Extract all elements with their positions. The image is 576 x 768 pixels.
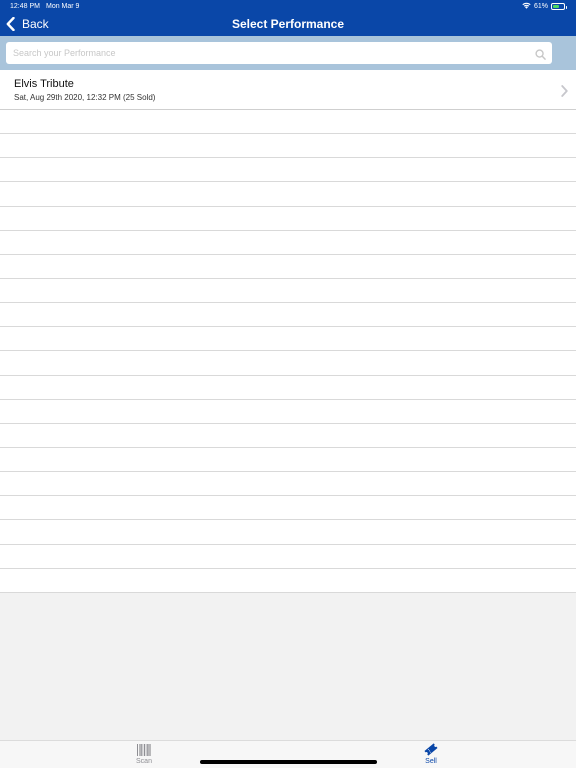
empty-row [0, 327, 576, 352]
empty-row [0, 400, 576, 424]
empty-row [0, 424, 576, 448]
battery-percent: 61% [533, 3, 548, 10]
empty-row [0, 231, 576, 255]
status-bar: 12:48 PM Mon Mar 9 61% [0, 0, 576, 13]
page-title: Select Performance [231, 17, 345, 31]
chevron-right-icon [561, 84, 568, 102]
empty-rows [0, 110, 576, 593]
empty-row [0, 110, 576, 135]
battery-level [553, 5, 560, 8]
performance-row[interactable]: Elvis Tribute Sat, Aug 29th 2020, 12:32 … [0, 70, 576, 110]
performance-list: Elvis Tribute Sat, Aug 29th 2020, 12:32 … [0, 70, 576, 593]
search-bar [0, 36, 576, 70]
empty-row [0, 255, 576, 279]
empty-row [0, 351, 576, 376]
battery-icon [551, 3, 567, 10]
status-indicators: 61% [522, 2, 567, 11]
home-indicator [200, 760, 377, 764]
empty-row [0, 158, 576, 183]
search-input[interactable] [6, 42, 526, 64]
empty-row [0, 545, 576, 569]
empty-row [0, 569, 576, 593]
search-box [6, 42, 552, 64]
navigation-bar: Back Select Performance [0, 13, 576, 36]
tab-scan[interactable]: Scan [114, 741, 174, 768]
empty-row [0, 134, 576, 159]
tab-sell[interactable]: Sell [401, 741, 461, 768]
status-time: 12:48 PM [10, 3, 40, 10]
empty-row [0, 448, 576, 473]
empty-row [0, 207, 576, 231]
wifi-icon [522, 2, 531, 11]
empty-row [0, 472, 576, 497]
empty-row [0, 376, 576, 400]
empty-row [0, 279, 576, 304]
tab-sell-label: Sell [425, 758, 437, 765]
empty-row [0, 520, 576, 545]
tab-scan-label: Scan [136, 758, 152, 765]
empty-row [0, 182, 576, 207]
empty-row [0, 496, 576, 521]
performance-details: Sat, Aug 29th 2020, 12:32 PM (25 Sold) [14, 93, 156, 102]
app-header: 12:48 PM Mon Mar 9 61% Back Select Perfo… [0, 0, 576, 36]
search-icon[interactable] [535, 47, 546, 65]
performance-title: Elvis Tribute [14, 78, 74, 90]
empty-row [0, 303, 576, 328]
status-date: Mon Mar 9 [46, 3, 80, 10]
